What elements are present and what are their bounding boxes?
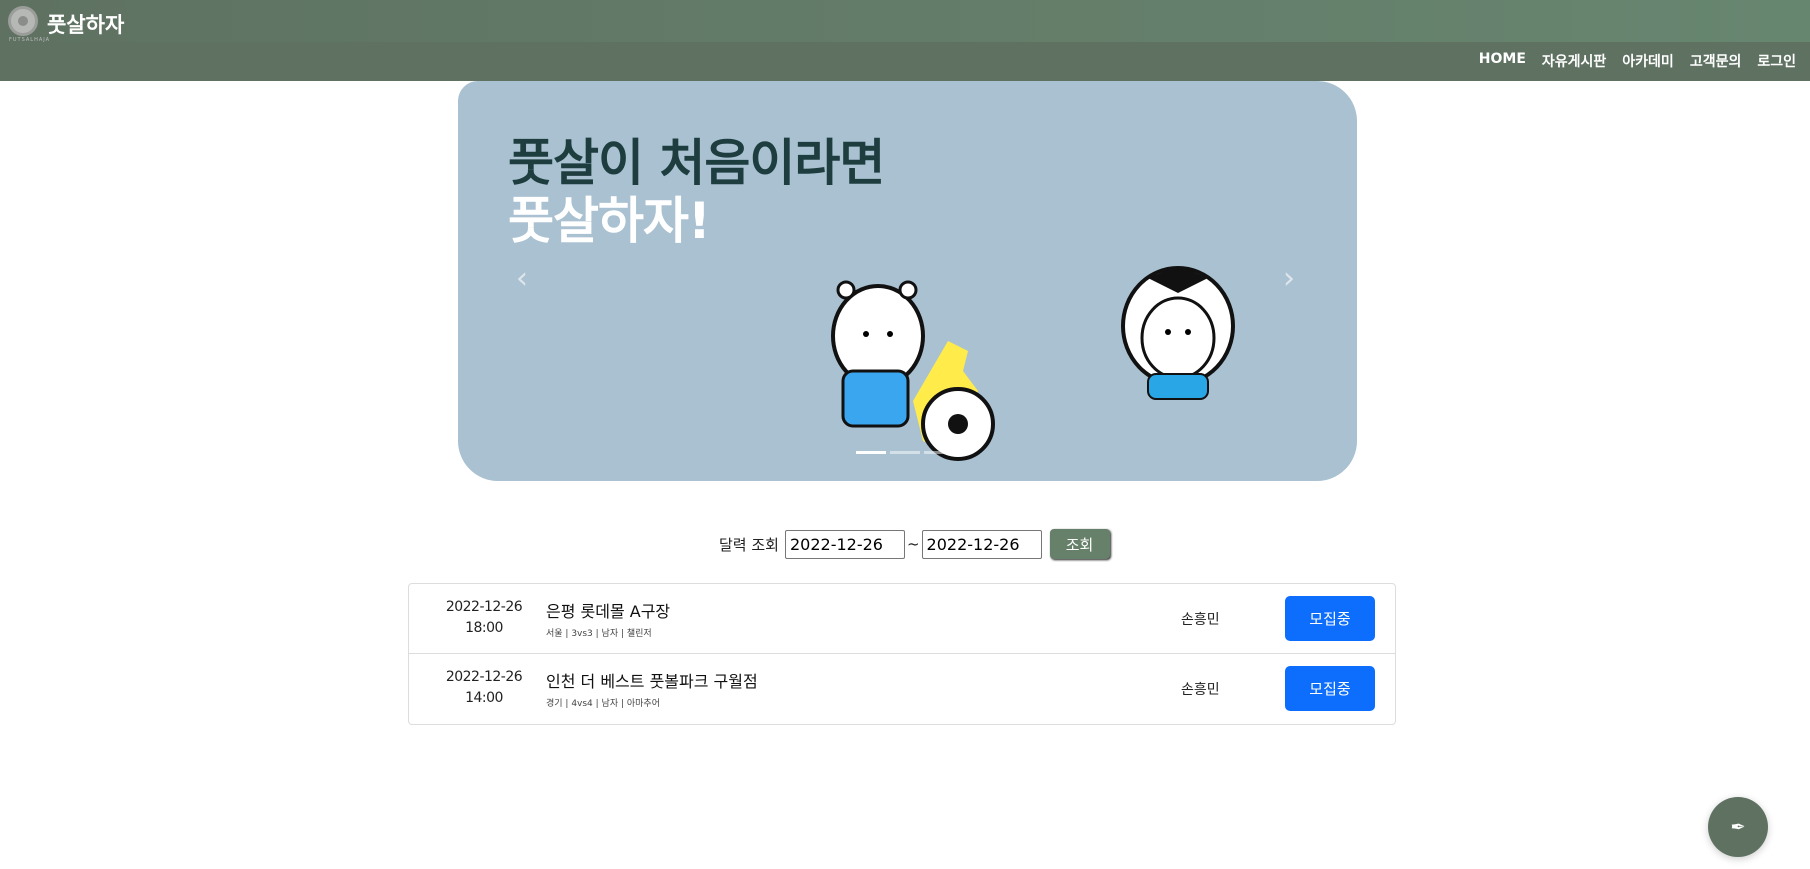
write-post-button[interactable]: ✒ (1708, 797, 1768, 857)
brand-title[interactable]: 풋살하자 (47, 9, 124, 39)
match-time: 14:00 (465, 690, 503, 706)
nav-home[interactable]: HOME (1479, 51, 1526, 71)
status-button[interactable]: 모집중 (1285, 666, 1375, 711)
match-title[interactable]: 인천 더 베스트 풋볼파크 구월점 (546, 668, 758, 692)
match-row[interactable]: 2022-12-26 14:00 인천 더 베스트 풋볼파크 구월점 경기 | 4… (409, 654, 1395, 724)
match-list: 2022-12-26 18:00 은평 롯데몰 A구장 서울 | 3vs3 | 남… (408, 583, 1396, 725)
match-meta: 경기 | 4vs4 | 남자 | 아마추어 (546, 699, 660, 709)
status-button[interactable]: 모집중 (1285, 596, 1375, 641)
carousel-indicator[interactable] (924, 451, 954, 454)
carousel-indicator[interactable] (856, 451, 886, 454)
main-nav: HOME 자유게시판 아카데미 고객문의 로그인 (1479, 51, 1796, 71)
pen-icon: ✒ (1730, 816, 1746, 838)
bear-kicking-illustration (831, 280, 995, 461)
match-host: 손흥민 (1181, 682, 1220, 698)
carousel-next-icon[interactable]: › (1283, 261, 1295, 296)
match-time: 18:00 (465, 620, 503, 636)
match-host: 손흥민 (1181, 612, 1220, 628)
date-to-input[interactable] (921, 529, 1042, 559)
search-label: 달력 조회 (719, 535, 779, 554)
date-search: 달력 조회 ~ 조회 (719, 529, 1110, 559)
match-meta: 서울 | 3vs3 | 남자 | 챌린저 (546, 629, 652, 639)
search-button[interactable]: 조회 (1049, 529, 1110, 559)
carousel-prev-icon[interactable]: ‹ (516, 261, 528, 296)
bear-ball-head-illustration (1121, 266, 1235, 400)
hero-carousel: 풋살이 처음이라면 풋살하자! ‹ › (458, 81, 1357, 481)
match-datetime: 2022-12-26 18:00 (439, 597, 529, 639)
logo-icon[interactable] (8, 6, 38, 36)
date-from-input[interactable] (784, 529, 905, 559)
match-title[interactable]: 은평 롯데몰 A구장 (546, 598, 670, 622)
match-datetime: 2022-12-26 14:00 (439, 667, 529, 709)
carousel-indicators (856, 451, 954, 454)
logo-text: FUTSALHAJA (9, 37, 51, 43)
match-date: 2022-12-26 (445, 599, 523, 615)
match-date: 2022-12-26 (445, 669, 523, 685)
nav-support[interactable]: 고객문의 (1690, 51, 1742, 71)
banner-subheadline: 풋살하자! (508, 192, 711, 250)
date-separator: ~ (906, 535, 920, 553)
carousel-indicator[interactable] (890, 451, 920, 454)
top-navbar: FUTSALHAJA 풋살하자 HOME 자유게시판 아카데미 고객문의 로그인 (0, 0, 1810, 81)
nav-login[interactable]: 로그인 (1757, 51, 1796, 71)
nav-academy[interactable]: 아카데미 (1622, 51, 1674, 71)
nav-board[interactable]: 자유게시판 (1542, 51, 1606, 71)
match-row[interactable]: 2022-12-26 18:00 은평 롯데몰 A구장 서울 | 3vs3 | 남… (409, 584, 1395, 654)
